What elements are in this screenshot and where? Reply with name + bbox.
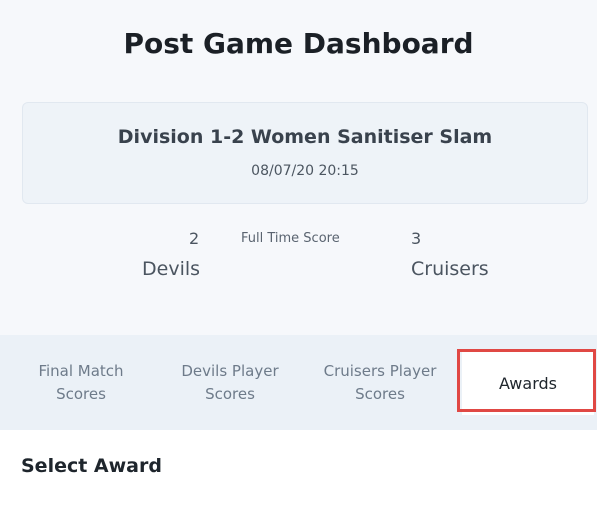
tab-label-line1: Awards bbox=[499, 373, 557, 393]
match-info-card: Division 1-2 Women Sanitiser Slam 08/07/… bbox=[22, 102, 588, 204]
tab-label-line1: Cruisers Player bbox=[323, 361, 437, 380]
home-team-name: Devils bbox=[142, 258, 201, 280]
tab-label-line1: Devils Player bbox=[181, 361, 279, 380]
select-award-heading: Select Award bbox=[21, 455, 162, 477]
full-time-score-label: Full Time Score bbox=[241, 231, 340, 246]
away-team-score: 3 bbox=[411, 229, 422, 248]
tab-label-line2: Scores bbox=[205, 384, 255, 403]
home-team-score: 2 bbox=[189, 229, 200, 248]
tab-awards[interactable]: Awards bbox=[462, 351, 594, 415]
tab-devils-player-scores[interactable]: Devils Player Scores bbox=[160, 335, 300, 430]
page-title: Post Game Dashboard bbox=[123, 27, 474, 60]
dashboard-tab-bar: Final Match Scores Devils Player Scores … bbox=[0, 335, 597, 430]
tab-label-line2: Scores bbox=[355, 384, 405, 403]
tab-cruisers-player-scores[interactable]: Cruisers Player Scores bbox=[307, 335, 453, 430]
tab-label-line2: Scores bbox=[56, 384, 106, 403]
away-team-name: Cruisers bbox=[411, 258, 489, 280]
match-name: Division 1-2 Women Sanitiser Slam bbox=[117, 126, 493, 148]
match-datetime: 08/07/20 20:15 bbox=[251, 163, 359, 179]
tab-final-match-scores[interactable]: Final Match Scores bbox=[18, 335, 144, 430]
tab-label-line1: Final Match bbox=[38, 361, 124, 380]
dashboard-header-panel: Post Game Dashboard Division 1-2 Women S… bbox=[0, 0, 597, 335]
